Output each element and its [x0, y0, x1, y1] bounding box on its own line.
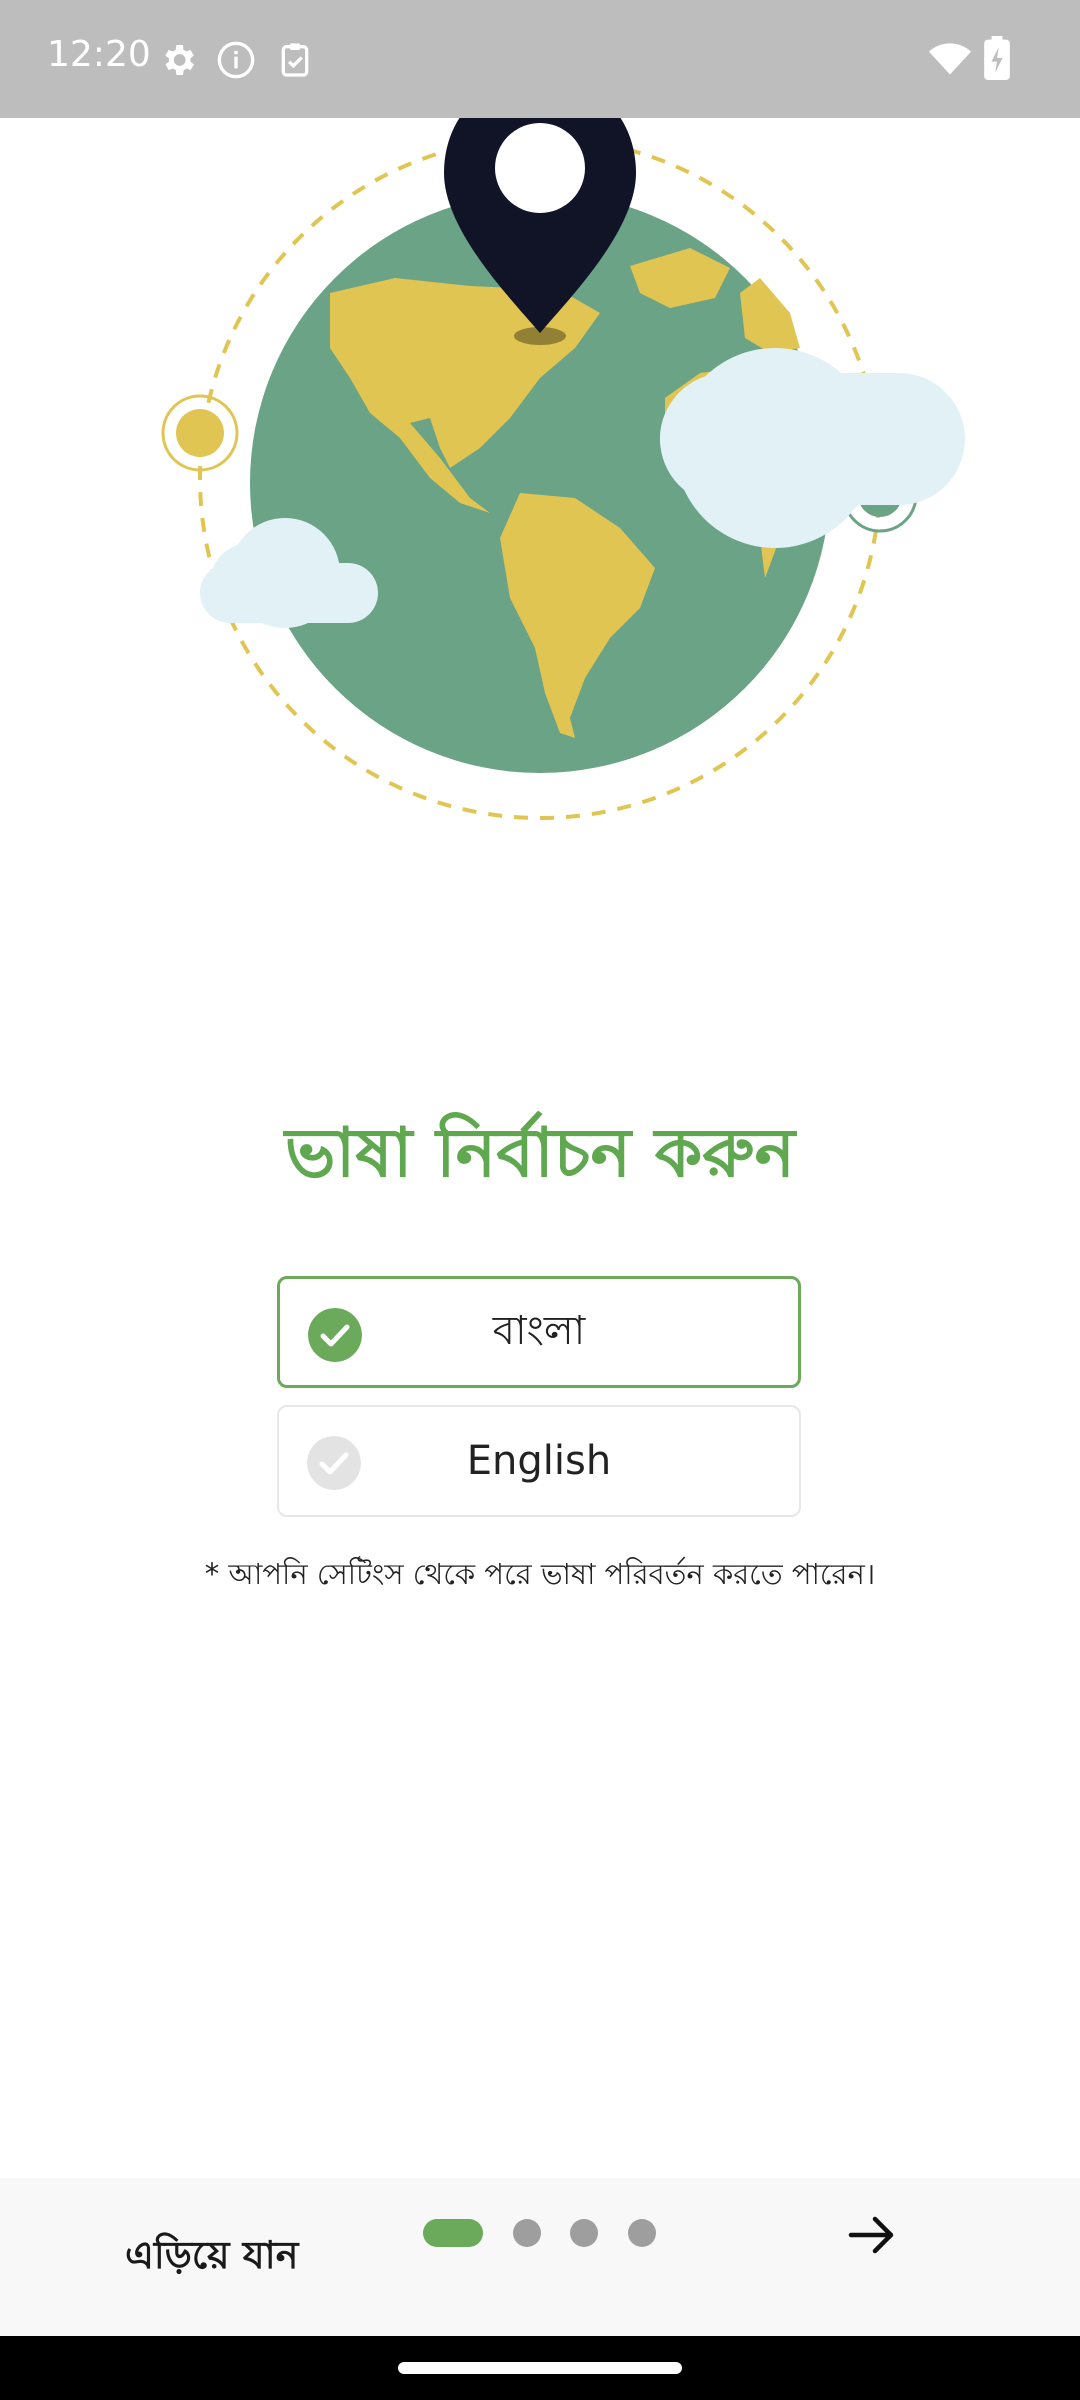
page-indicator-dot: [513, 2219, 541, 2247]
language-option-bangla[interactable]: বাংলা: [277, 1276, 801, 1388]
settings-note: * আপনি সেটিংস থেকে পরে ভাষা পরিবর্তন করত…: [204, 1557, 876, 1591]
info-icon: [217, 41, 255, 79]
check-circle-icon: [307, 1436, 361, 1490]
globe-location-illustration: [161, 118, 965, 820]
orbit-dot: [176, 409, 224, 457]
language-label: English: [466, 1438, 612, 1484]
onboarding-footer: এড়িয়ে যান: [0, 2178, 1080, 2336]
cloud-right: [660, 348, 965, 548]
page-indicator-dot: [570, 2219, 598, 2247]
check-circle-icon: [308, 1308, 362, 1362]
status-bar: 12:20: [0, 0, 1080, 118]
language-option-english[interactable]: English: [277, 1405, 801, 1517]
home-gesture-pill[interactable]: [398, 2362, 682, 2374]
clipboard-check-icon: [281, 43, 309, 77]
battery-charging-icon: [984, 36, 1010, 80]
system-nav-bar: [0, 2336, 1080, 2400]
pin-hole: [495, 123, 585, 213]
page-title: ভাষা নির্বাচন করুন: [284, 1114, 796, 1193]
page-indicator-dot-active: [423, 2219, 483, 2247]
skip-button[interactable]: এড়িয়ে যান: [125, 2226, 298, 2290]
language-label: বাংলা: [492, 1307, 586, 1354]
page-indicator-dot: [628, 2219, 656, 2247]
arrow-right-icon[interactable]: [845, 2208, 899, 2262]
wifi-icon: [928, 43, 972, 75]
status-time: 12:20: [47, 34, 151, 75]
gear-icon: [165, 45, 194, 75]
